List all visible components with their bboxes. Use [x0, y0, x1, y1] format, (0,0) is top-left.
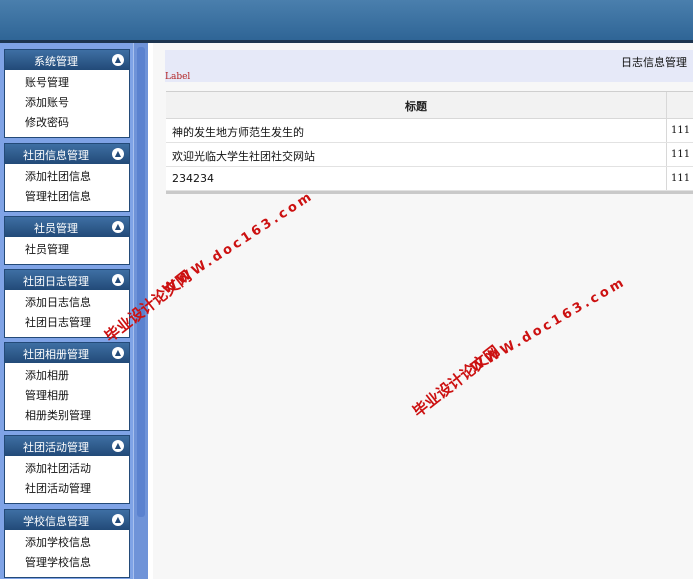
panel-header[interactable]: 社团相册管理 ▲: [5, 343, 129, 363]
panel-header[interactable]: 社员管理 ▲: [5, 217, 129, 237]
panel-title: 社团相册管理: [23, 348, 89, 361]
panel-title: 社员管理: [34, 222, 78, 235]
scrollbar-track[interactable]: [137, 47, 145, 517]
panel-system: 系统管理 ▲ 账号管理 添加账号 修改密码: [4, 49, 130, 138]
menu-item-add-album[interactable]: 添加相册: [5, 366, 129, 386]
panel-member: 社员管理 ▲ 社员管理: [4, 216, 130, 265]
table-row[interactable]: 欢迎光临大学生社团社交网站 111: [166, 143, 693, 167]
cell-title: 神的发生地方师范生发生的: [172, 126, 304, 139]
collapse-icon[interactable]: ▲: [112, 148, 124, 160]
menu-item-change-password[interactable]: 修改密码: [5, 113, 129, 133]
panel-header[interactable]: 社团日志管理 ▲: [5, 270, 129, 290]
menu-item-add-activity[interactable]: 添加社团活动: [5, 459, 129, 479]
collapse-icon[interactable]: ▲: [112, 347, 124, 359]
menu-item-manage-school-info[interactable]: 管理学校信息: [5, 553, 129, 573]
panel-header[interactable]: 学校信息管理 ▲: [5, 510, 129, 530]
column-header-title: 标题: [405, 100, 427, 113]
collapse-icon[interactable]: ▲: [112, 514, 124, 526]
log-table: 标题 神的发生地方师范生发生的 111 欢迎光临大学生社团社交网站 111 23…: [166, 91, 693, 194]
cell-title: 欢迎光临大学生社团社交网站: [172, 150, 315, 163]
menu-item-add-school-info[interactable]: 添加学校信息: [5, 533, 129, 553]
top-banner: [0, 0, 693, 43]
table-row[interactable]: 234234 111: [166, 167, 693, 191]
menu-item-member-manage[interactable]: 社员管理: [5, 240, 129, 260]
panel-club-activity: 社团活动管理 ▲ 添加社团活动 社团活动管理: [4, 435, 130, 504]
panel-title: 系统管理: [34, 55, 78, 68]
table-footer-border: [166, 191, 693, 194]
page-title: 日志信息管理: [621, 56, 687, 69]
collapse-icon[interactable]: ▲: [112, 274, 124, 286]
label-text: Label: [165, 72, 191, 82]
cell-value: 111: [666, 143, 690, 166]
panel-school-info: 学校信息管理 ▲ 添加学校信息 管理学校信息: [4, 509, 130, 578]
panel-club-album: 社团相册管理 ▲ 添加相册 管理相册 相册类别管理: [4, 342, 130, 431]
panel-title: 社团信息管理: [23, 149, 89, 162]
menu-item-manage-activity[interactable]: 社团活动管理: [5, 479, 129, 499]
panel-title: 社团日志管理: [23, 275, 89, 288]
column-divider: [666, 92, 667, 118]
menu-item-manage-album[interactable]: 管理相册: [5, 386, 129, 406]
table-header: 标题: [166, 92, 693, 119]
page-header: 日志信息管理 Label: [165, 50, 693, 82]
table-row[interactable]: 神的发生地方师范生发生的 111: [166, 119, 693, 143]
cell-value: 111: [666, 119, 690, 142]
collapse-icon[interactable]: ▲: [112, 440, 124, 452]
menu-item-album-category[interactable]: 相册类别管理: [5, 406, 129, 426]
panel-title: 学校信息管理: [23, 515, 89, 528]
menu-item-manage-club-info[interactable]: 管理社团信息: [5, 187, 129, 207]
menu-item-account-manage[interactable]: 账号管理: [5, 73, 129, 93]
cell-title: 234234: [172, 172, 214, 185]
panel-header[interactable]: 系统管理 ▲: [5, 50, 129, 70]
menu-item-add-account[interactable]: 添加账号: [5, 93, 129, 113]
panel-header[interactable]: 社团信息管理 ▲: [5, 144, 129, 164]
collapse-icon[interactable]: ▲: [112, 221, 124, 233]
collapse-icon[interactable]: ▲: [112, 54, 124, 66]
menu-item-add-club-info[interactable]: 添加社团信息: [5, 167, 129, 187]
main-content: 日志信息管理 Label 标题 神的发生地方师范生发生的 111 欢迎光临大学生…: [153, 43, 693, 579]
cell-value: 111: [666, 167, 690, 190]
panel-header[interactable]: 社团活动管理 ▲: [5, 436, 129, 456]
menu-item-add-log[interactable]: 添加日志信息: [5, 293, 129, 313]
panel-title: 社团活动管理: [23, 441, 89, 454]
panel-club-info: 社团信息管理 ▲ 添加社团信息 管理社团信息: [4, 143, 130, 212]
